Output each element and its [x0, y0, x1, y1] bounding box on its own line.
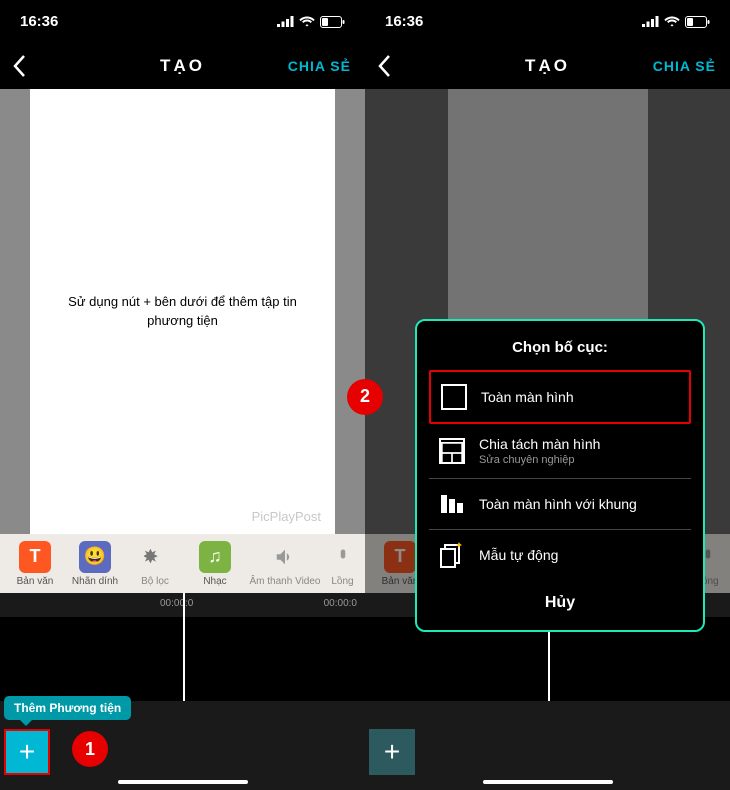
status-icons [277, 16, 345, 28]
home-indicator[interactable] [118, 780, 248, 784]
framed-icon [439, 491, 465, 517]
tool-sticker-label: Nhãn dính [72, 576, 118, 587]
back-button[interactable] [377, 54, 391, 78]
tool-text[interactable]: T Bản văn [5, 541, 65, 587]
tool-audio[interactable]: Âm thanh Video [245, 541, 325, 587]
share-button[interactable]: CHIA SẺ [288, 58, 351, 74]
option-fullscreen-label: Toàn màn hình [481, 389, 574, 405]
option-framed-label: Toàn màn hình với khung [479, 496, 637, 512]
empty-canvas[interactable]: Sử dụng nút + bên dưới để thêm tập tin p… [30, 89, 335, 534]
canvas-instruction: Sử dụng nút + bên dưới để thêm tập tin p… [48, 292, 317, 331]
option-auto[interactable]: Mẫu tự động [429, 530, 691, 580]
status-time: 16:36 [385, 13, 423, 30]
page-title: TẠO [525, 56, 570, 76]
layout-popup: Chọn bố cục: Toàn màn hình Chia tách màn… [415, 319, 705, 632]
tool-filter[interactable]: Bộ lọc [125, 541, 185, 587]
nav-bar: TẠO CHIA SẺ [0, 44, 365, 89]
status-icons [642, 16, 710, 28]
status-bar: 16:36 [365, 0, 730, 44]
home-indicator[interactable] [483, 780, 613, 784]
add-media-button: + [369, 729, 415, 775]
tool-sticker[interactable]: 😃 Nhãn dính [65, 541, 125, 587]
canvas-area: 2 Chọn bố cục: Toàn màn hình Chia tách m… [365, 89, 730, 534]
split-icon [439, 438, 465, 464]
option-fullscreen[interactable]: Toàn màn hình [429, 370, 691, 424]
toolbar: T Bản văn 😃 Nhãn dính Bộ lọc ♫ Nhạc Âm t… [0, 534, 365, 593]
step-badge-2: 2 [347, 379, 383, 415]
add-media-button[interactable]: + [6, 731, 48, 773]
auto-icon [439, 542, 465, 568]
tool-filter-label: Bộ lọc [141, 576, 169, 587]
watermark: PicPlayPost [252, 509, 321, 524]
add-tooltip: Thêm Phương tiện [4, 696, 131, 720]
option-auto-label: Mẫu tự động [479, 547, 558, 563]
add-section: Thêm Phương tiện + 1 [0, 701, 365, 790]
time-1: 00:00:0 [324, 598, 357, 609]
option-split[interactable]: Chia tách màn hình Sửa chuyên nghiệp [429, 424, 691, 479]
tool-music[interactable]: ♫ Nhạc [185, 541, 245, 587]
add-button-wrap: + [369, 729, 415, 775]
cancel-button[interactable]: Hủy [429, 580, 691, 618]
fullscreen-icon [441, 384, 467, 410]
playhead[interactable] [183, 593, 185, 701]
tool-music-label: Nhạc [203, 576, 226, 587]
add-button-highlight: + [4, 729, 50, 775]
status-bar: 16:36 [0, 0, 365, 44]
option-split-sub: Sửa chuyên nghiệp [479, 454, 600, 466]
add-section: + [365, 701, 730, 790]
screen-right: 16:36 TẠO CHIA SẺ 2 Chọn bố cục: Toàn mà… [365, 0, 730, 790]
tool-text-label: Bản văn [17, 576, 54, 587]
tool-voice-label: Lồng [331, 576, 353, 587]
nav-bar: TẠO CHIA SẺ [365, 44, 730, 89]
popup-title: Chọn bố cục: [429, 333, 691, 370]
screen-left: 16:36 TẠO CHIA SẺ Sử dụng nút + bên dưới… [0, 0, 365, 790]
tool-text-label: Bản văn [382, 576, 419, 587]
status-time: 16:36 [20, 13, 58, 30]
tool-voice[interactable]: Lồng [325, 541, 360, 587]
canvas-area: Sử dụng nút + bên dưới để thêm tập tin p… [0, 89, 365, 534]
timeline-track[interactable] [0, 617, 365, 701]
share-button[interactable]: CHIA SẺ [653, 58, 716, 74]
tool-audio-label: Âm thanh Video [250, 576, 321, 587]
back-button[interactable] [12, 54, 26, 78]
step-badge-1: 1 [72, 731, 108, 767]
option-framed[interactable]: Toàn màn hình với khung [429, 479, 691, 530]
time-0: 00:00:0 [160, 598, 193, 609]
option-split-label: Chia tách màn hình [479, 436, 600, 452]
page-title: TẠO [160, 56, 205, 76]
